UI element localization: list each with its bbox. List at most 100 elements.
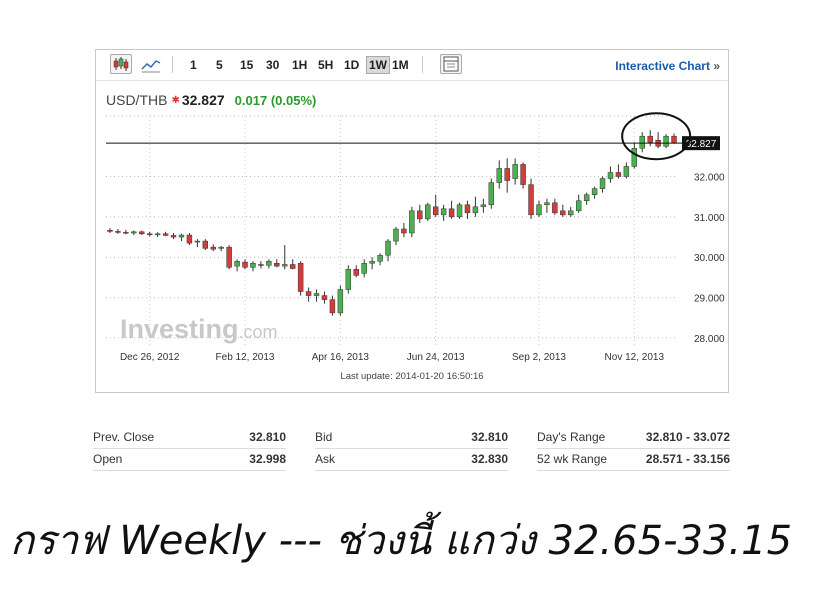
candle-body bbox=[170, 235, 177, 238]
candle-body bbox=[599, 178, 606, 189]
candle-body bbox=[266, 261, 272, 266]
chart-widget: 1 5 15 30 1H 5H 1D 1W 1M Interactive Cha… bbox=[95, 49, 729, 393]
stat-value: 32.830 bbox=[471, 452, 508, 466]
candle-body bbox=[512, 164, 518, 179]
candle-body bbox=[425, 204, 431, 220]
y-tick-label: 32.000 bbox=[694, 173, 725, 184]
candle-body bbox=[583, 194, 590, 201]
candle-body bbox=[663, 135, 669, 147]
candle-body bbox=[250, 263, 256, 268]
candle-body bbox=[631, 148, 638, 167]
stat-value: 28.571 - 33.156 bbox=[645, 452, 730, 466]
y-tick-label: 29.000 bbox=[694, 294, 725, 305]
x-tick-label: Feb 12, 2013 bbox=[216, 352, 275, 363]
candle-body bbox=[242, 261, 248, 268]
candle-body bbox=[615, 172, 622, 177]
candle-body bbox=[385, 240, 391, 256]
candle-body bbox=[154, 233, 161, 236]
candle-body bbox=[496, 168, 502, 183]
candle-body bbox=[623, 166, 630, 177]
candle-body bbox=[544, 202, 550, 206]
candle-body bbox=[226, 246, 232, 268]
stat-value: 32.810 bbox=[471, 430, 508, 444]
x-tick-label: Dec 26, 2012 bbox=[120, 352, 180, 363]
candle-body bbox=[480, 204, 487, 208]
x-tick-label: Jun 24, 2013 bbox=[407, 352, 465, 363]
candle-body bbox=[361, 263, 367, 274]
candle-body bbox=[289, 264, 296, 269]
y-tick-label: 28.000 bbox=[694, 334, 725, 345]
candle-body bbox=[639, 135, 645, 149]
candle-body bbox=[488, 182, 495, 206]
stat-label: Prev. Close bbox=[93, 430, 155, 444]
candle-body bbox=[210, 246, 216, 250]
stat-value: 32.998 bbox=[249, 452, 286, 466]
stat-cell: 52 wk Range 28.571 - 33.156 bbox=[537, 448, 730, 471]
candle-body bbox=[393, 228, 399, 242]
candle-body bbox=[520, 164, 526, 185]
candle-body bbox=[329, 299, 336, 314]
candle-body bbox=[218, 246, 224, 249]
candle-body bbox=[401, 228, 407, 234]
candle-body bbox=[536, 204, 542, 216]
candle-body bbox=[123, 231, 129, 234]
stat-label: Ask bbox=[315, 452, 336, 466]
x-tick-label: Nov 12, 2013 bbox=[605, 352, 665, 363]
last-update: Last update: 2014-01-20 16:50:16 bbox=[340, 371, 484, 382]
candle-body bbox=[353, 269, 359, 276]
candle-body bbox=[472, 206, 479, 214]
candle-body bbox=[139, 231, 145, 235]
stat-label: Day's Range bbox=[537, 430, 606, 444]
candle-body bbox=[607, 172, 614, 179]
candle-body bbox=[305, 291, 312, 296]
highlight-ellipse bbox=[621, 112, 692, 161]
x-tick-label: Apr 16, 2013 bbox=[312, 352, 370, 363]
watermark-logo: Investing.com bbox=[120, 314, 278, 344]
stat-label: 52 wk Range bbox=[537, 452, 608, 466]
candle-body bbox=[369, 261, 375, 264]
stat-cell: Ask 32.830 bbox=[315, 448, 508, 471]
stat-value: 32.810 - 33.072 bbox=[645, 430, 730, 444]
candle-body bbox=[234, 261, 240, 267]
candle-body bbox=[186, 234, 193, 244]
candle-body bbox=[274, 263, 280, 267]
candle-body bbox=[162, 233, 169, 236]
price-chart[interactable]: Investing.com 28.000 29.000 30.000 31.000 32.… bbox=[96, 50, 728, 392]
candle-body bbox=[337, 289, 344, 314]
candle-body bbox=[440, 208, 447, 216]
candle-body bbox=[575, 200, 582, 212]
candle-body bbox=[417, 210, 423, 220]
stat-value: 32.810 bbox=[249, 430, 286, 444]
candle-body bbox=[560, 210, 566, 216]
x-tick-label: Sep 2, 2013 bbox=[512, 352, 566, 363]
candle-body bbox=[591, 188, 598, 195]
candle-body bbox=[202, 240, 209, 249]
candle-body bbox=[568, 210, 574, 216]
candle-body bbox=[504, 168, 510, 181]
candle-body bbox=[552, 202, 558, 214]
candle-body bbox=[448, 208, 455, 218]
y-tick-label: 30.000 bbox=[694, 253, 725, 264]
candle-body bbox=[321, 295, 328, 300]
candle-body bbox=[313, 293, 320, 296]
watermark-suffix: .com bbox=[239, 322, 278, 342]
candle-body bbox=[671, 135, 677, 144]
candle-body bbox=[178, 234, 185, 238]
candle-body bbox=[647, 135, 653, 143]
candle-body bbox=[194, 240, 201, 243]
stat-cell: Day's Range 32.810 - 33.072 bbox=[537, 426, 730, 449]
y-tick-label: 31.000 bbox=[694, 213, 725, 224]
candle-body bbox=[377, 254, 383, 262]
candle-body bbox=[107, 229, 113, 232]
candle-body bbox=[456, 204, 463, 218]
candle-body bbox=[258, 264, 264, 266]
stat-label: Open bbox=[93, 452, 123, 466]
stat-label: Bid bbox=[315, 430, 333, 444]
candle-body bbox=[115, 231, 121, 233]
candle-body bbox=[345, 269, 352, 290]
candle-body bbox=[432, 206, 439, 216]
candle-body bbox=[282, 264, 288, 267]
stat-cell: Bid 32.810 bbox=[315, 426, 508, 449]
stat-cell: Prev. Close 32.810 bbox=[93, 426, 286, 449]
stat-cell: Open 32.998 bbox=[93, 448, 286, 471]
